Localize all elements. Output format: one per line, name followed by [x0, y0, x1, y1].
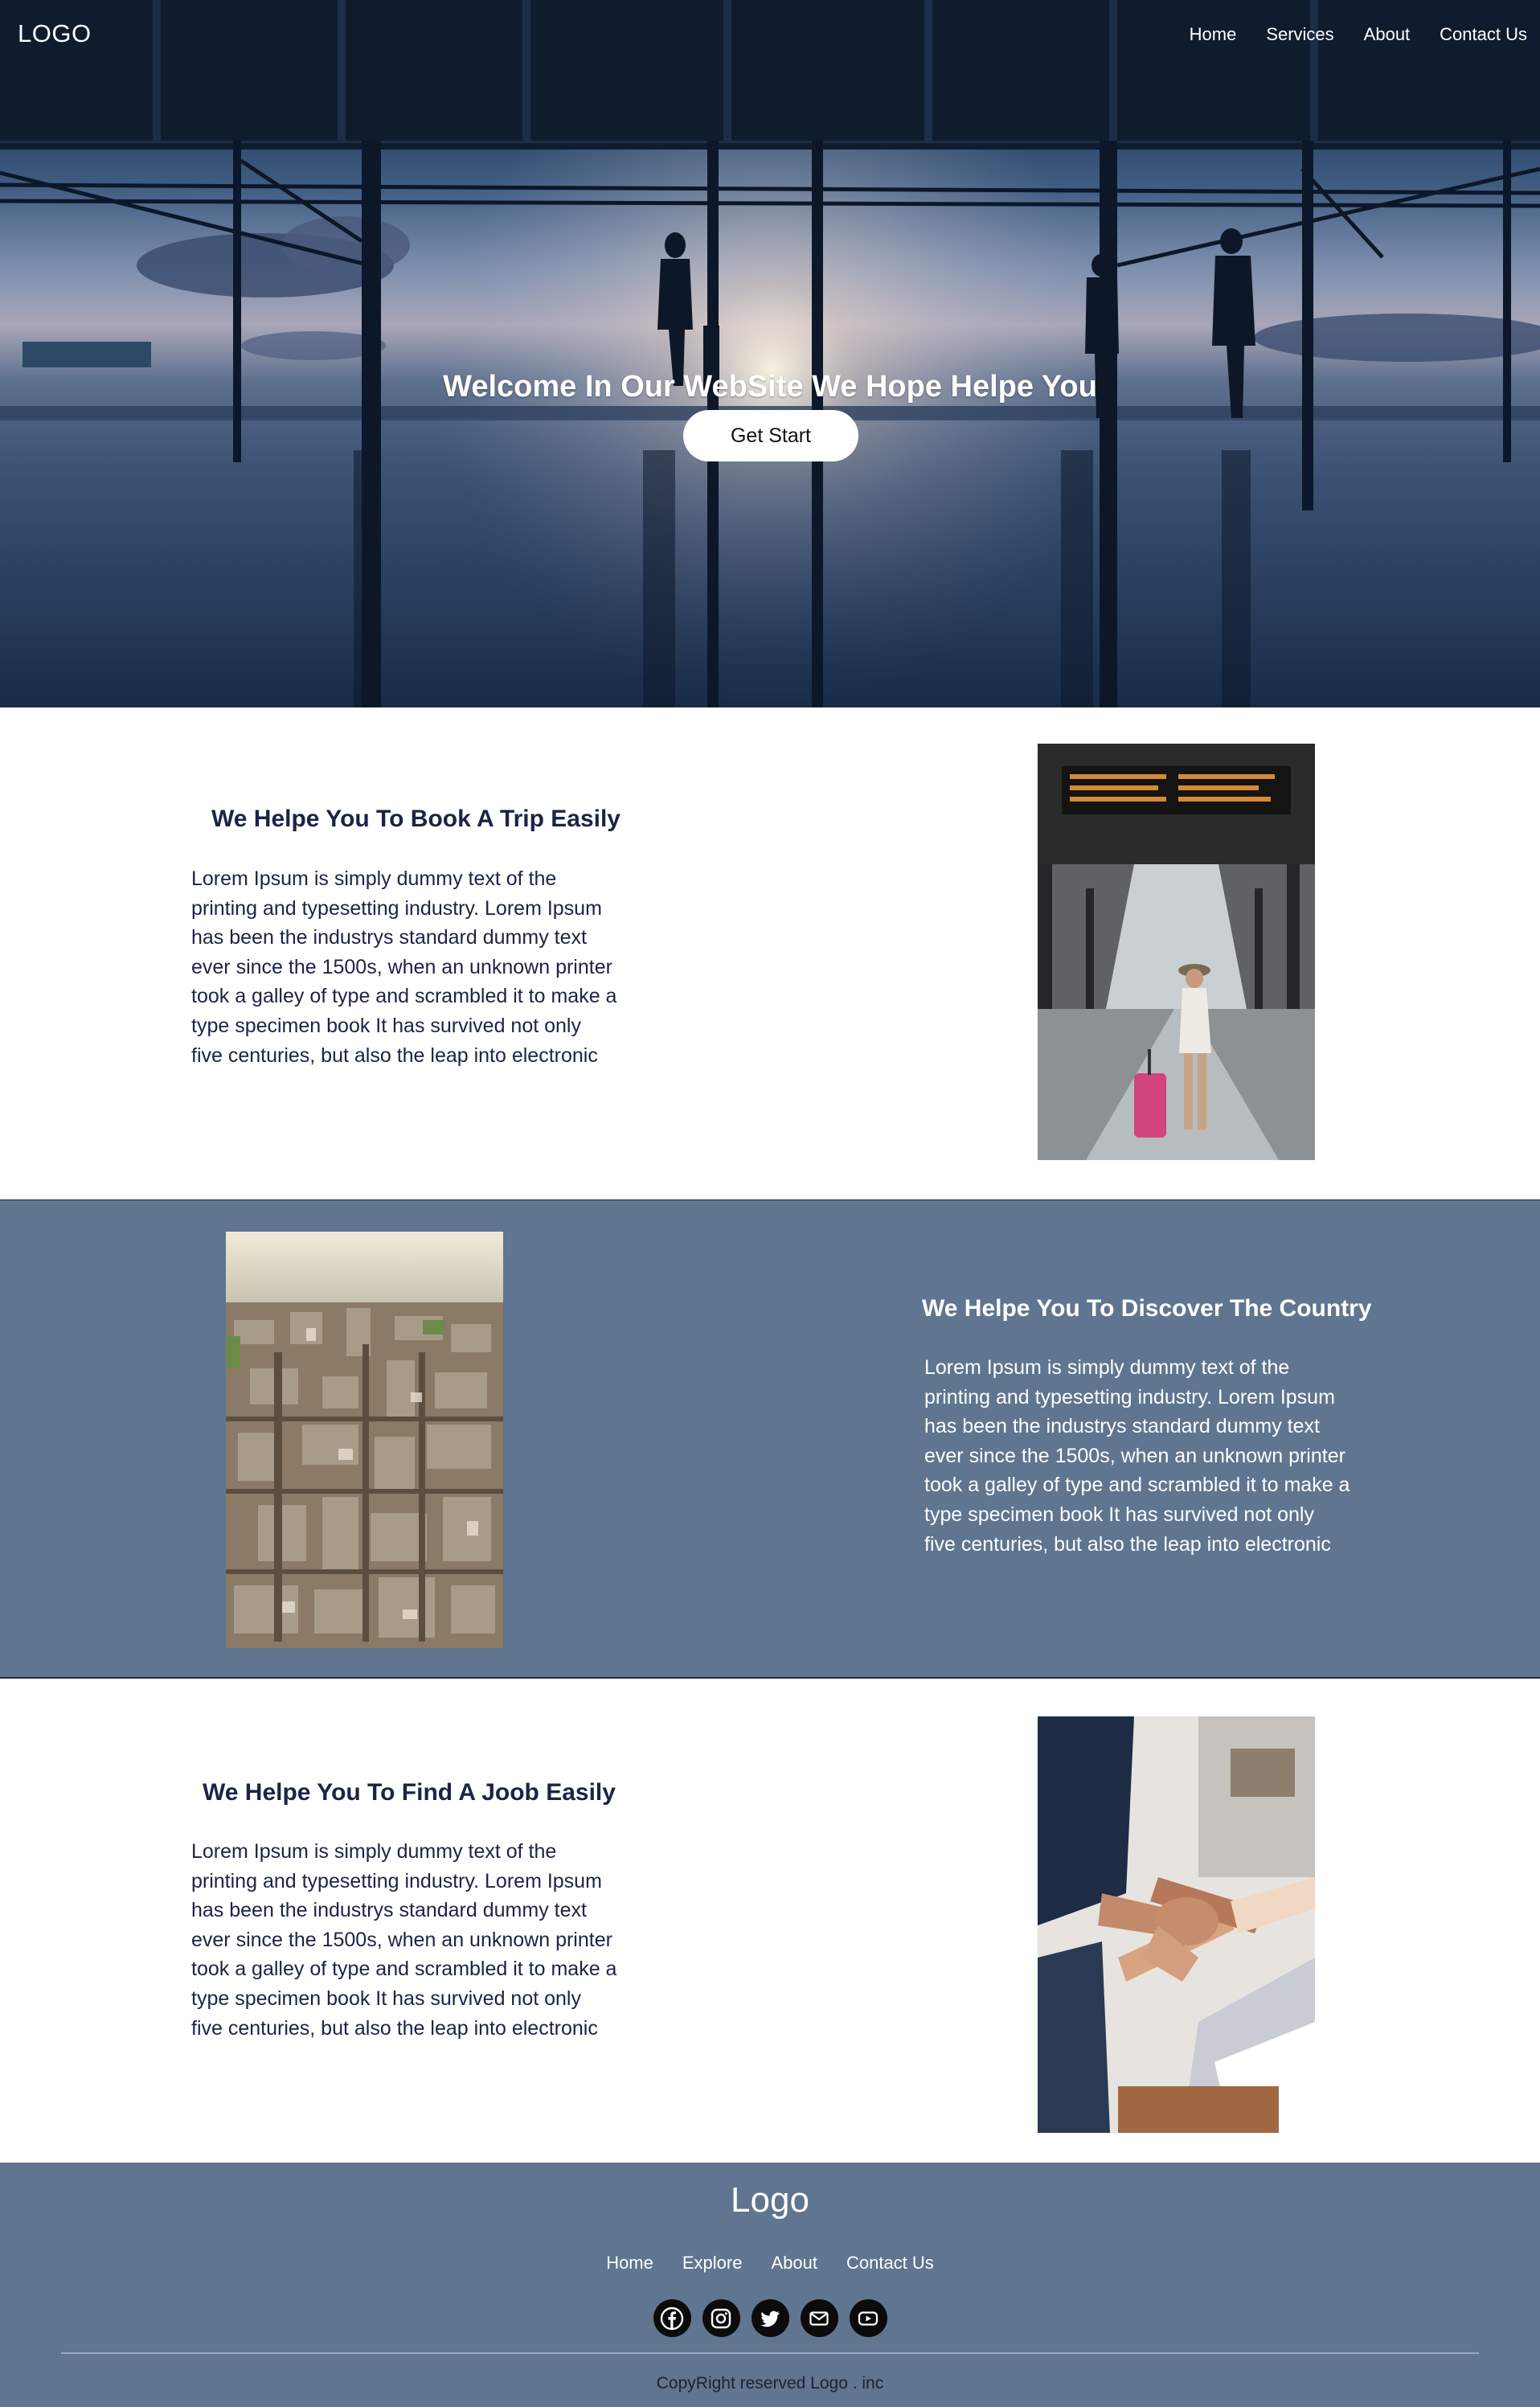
get-start-button[interactable]: Get Start: [683, 410, 858, 461]
nav-link-contact[interactable]: Contact Us: [1440, 24, 1527, 45]
hero-title: Welcome In Our WebSite We Hope Helpe You: [443, 370, 1097, 404]
feature-discover-country: We Helpe You To Discover The Country Lor…: [0, 1199, 1540, 1679]
feature-heading: We Helpe You To Discover The Country: [922, 1295, 1372, 1322]
top-nav: Home Services About Contact Us: [1190, 24, 1527, 45]
footer-link-explore[interactable]: Explore: [682, 2253, 743, 2274]
twitter-icon[interactable]: [751, 2299, 789, 2337]
footer-link-contact[interactable]: Contact Us: [846, 2253, 934, 2274]
nav-link-about[interactable]: About: [1364, 24, 1411, 45]
mail-icon[interactable]: [800, 2299, 838, 2337]
feature-heading: We Helpe You To Book A Trip Easily: [211, 806, 621, 832]
hero-airport-image: [0, 0, 1540, 707]
footer-link-about[interactable]: About: [771, 2253, 817, 2274]
instagram-icon[interactable]: [702, 2299, 740, 2337]
nav-logo[interactable]: LOGO: [18, 19, 92, 48]
feature-book-trip: We Helpe You To Book A Trip Easily Lorem…: [0, 707, 1540, 1199]
nav-link-services[interactable]: Services: [1266, 24, 1333, 45]
city-aerial-photo: [226, 1232, 503, 1648]
hero-section: LOGO Home Services About Contact Us Welc…: [0, 0, 1540, 707]
social-links: [0, 2299, 1540, 2337]
footer-link-home[interactable]: Home: [606, 2253, 653, 2274]
youtube-icon[interactable]: [849, 2299, 887, 2337]
feature-heading: We Helpe You To Find A Joob Easily: [203, 1779, 616, 1806]
feature-text: Lorem Ipsum is simply dummy text of the …: [191, 867, 617, 1067]
feature-text: Lorem Ipsum is simply dummy text of the …: [924, 1356, 1350, 1556]
site-footer: Logo Home Explore About Contact Us CopyR…: [0, 2163, 1540, 2407]
facebook-icon[interactable]: [653, 2299, 691, 2337]
feature-find-job: We Helpe You To Find A Joob Easily Lorem…: [0, 1679, 1540, 2163]
feature-text: Lorem Ipsum is simply dummy text of the …: [191, 1840, 617, 2040]
train-station-photo: [1038, 744, 1315, 1160]
footer-divider: [61, 2352, 1479, 2354]
nav-link-home[interactable]: Home: [1190, 24, 1237, 45]
footer-logo[interactable]: Logo: [0, 2180, 1540, 2220]
footer-nav: Home Explore About Contact Us: [0, 2253, 1540, 2274]
teamwork-hands-photo: [1038, 1716, 1315, 2133]
copyright-text: CopyRight reserved Logo . inc: [656, 2374, 884, 2393]
